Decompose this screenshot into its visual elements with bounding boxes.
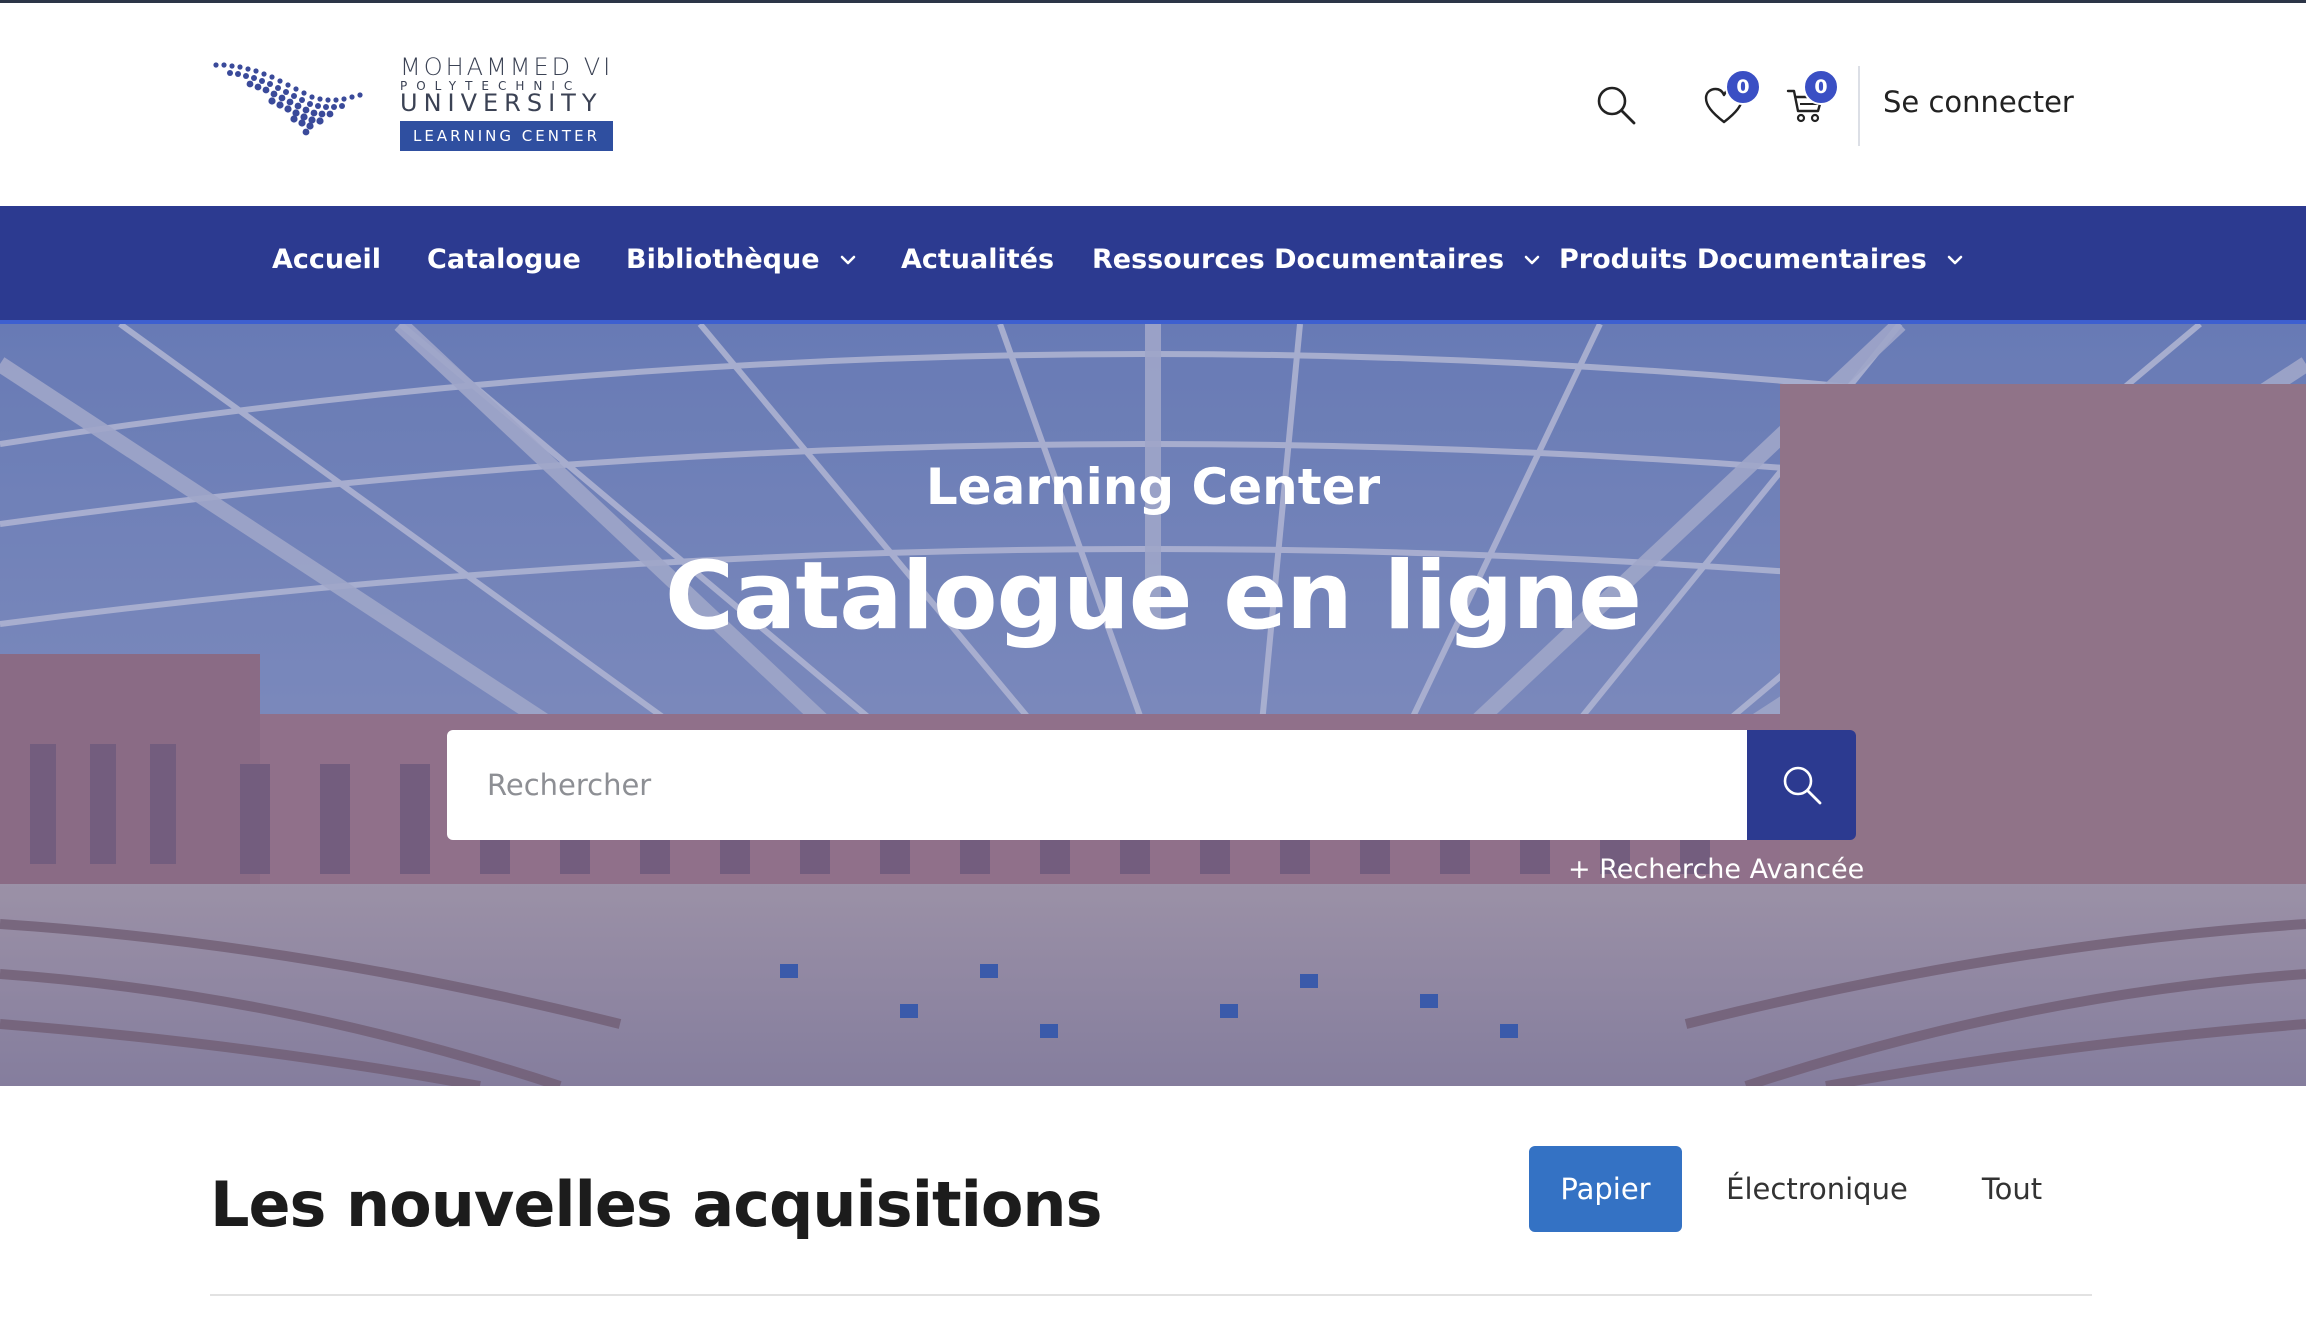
nav-item-label: Ressources Documentaires: [1092, 244, 1505, 275]
logo-line-3: UNIVERSITY: [400, 89, 603, 117]
nav-item-label: Actualités: [901, 244, 1055, 275]
logo-badge: LEARNING CENTER: [400, 121, 613, 151]
nav-item-accueil[interactable]: Accueil: [272, 244, 381, 275]
logo-text: MOHAMMED VI POLYTECHNIC UNIVERSITY LEARN…: [400, 53, 615, 151]
tab-electronique[interactable]: Électronique: [1712, 1146, 1922, 1232]
header-divider: [1858, 66, 1860, 146]
header-search-button[interactable]: [1592, 81, 1640, 129]
chevron-down-icon: [838, 253, 858, 267]
nav-item-label: Produits Documentaires: [1559, 244, 1927, 275]
site-header: MOHAMMED VI POLYTECHNIC UNIVERSITY LEARN…: [0, 3, 2306, 206]
site-logo[interactable]: MOHAMMED VI POLYTECHNIC UNIVERSITY LEARN…: [210, 53, 615, 158]
nav-item-produits[interactable]: Produits Documentaires: [1559, 244, 1965, 275]
search-icon: [1783, 766, 1821, 805]
catalog-search-input[interactable]: [447, 730, 1747, 840]
tab-papier[interactable]: Papier: [1529, 1146, 1682, 1232]
wishlist-count-badge: 0: [1725, 69, 1761, 105]
nav-item-ressources[interactable]: Ressources Documentaires: [1092, 244, 1542, 275]
section-divider: [210, 1294, 2092, 1296]
hero-title: Catalogue en ligne: [664, 542, 1642, 651]
hero-banner: Learning Center Catalogue en ligne + Rec…: [0, 324, 2306, 1086]
acquisitions-title: Les nouvelles acquisitions: [210, 1168, 1102, 1241]
tab-tout[interactable]: Tout: [1960, 1146, 2064, 1232]
logo-line-1: MOHAMMED VI: [400, 53, 614, 81]
advanced-search-link[interactable]: + Recherche Avancée: [1568, 854, 1864, 885]
chevron-down-icon: [1945, 253, 1965, 267]
chevron-down-icon: [1522, 253, 1542, 267]
nav-item-actualites[interactable]: Actualités: [901, 244, 1054, 275]
nav-item-label: Accueil: [272, 244, 381, 275]
catalog-search-button[interactable]: [1747, 730, 1856, 840]
nav-item-catalogue[interactable]: Catalogue: [427, 244, 581, 275]
hero-overlay: [0, 324, 2306, 1086]
cart-count-badge: 0: [1803, 69, 1839, 105]
search-icon: [1597, 86, 1636, 125]
main-nav: Accueil Catalogue Bibliothèque Actualité…: [0, 206, 2306, 324]
hero-subtitle: Learning Center: [925, 458, 1381, 516]
logo-wave-icon: [213, 62, 363, 136]
login-link[interactable]: Se connecter: [1883, 85, 2074, 119]
nav-item-bibliotheque[interactable]: Bibliothèque: [626, 244, 858, 275]
nav-item-label: Bibliothèque: [626, 244, 820, 275]
catalog-search-box: [447, 730, 1747, 840]
nav-item-label: Catalogue: [427, 244, 581, 275]
